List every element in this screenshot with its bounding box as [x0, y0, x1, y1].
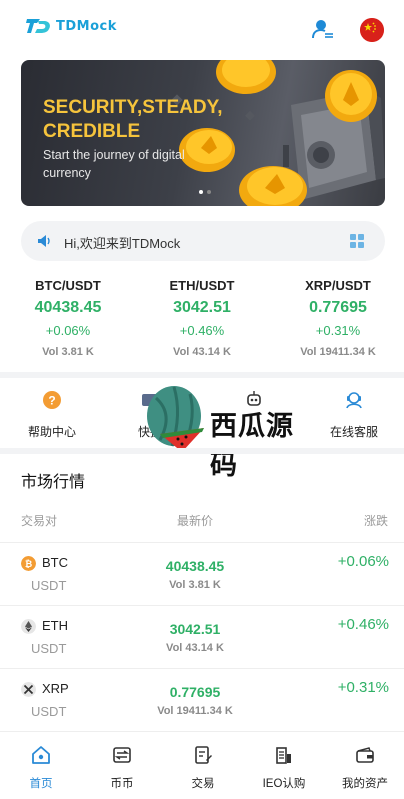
- ticker-volume: Vol 43.14 K: [173, 346, 231, 358]
- tab-trade[interactable]: 交易: [163, 745, 243, 791]
- xrp-icon: [21, 682, 36, 697]
- tab-label: 首页: [29, 778, 53, 790]
- tab-assets[interactable]: 我的资产: [325, 745, 404, 791]
- notice-bar[interactable]: Hi,欢迎来到TDMock: [21, 221, 385, 261]
- row-volume: Vol 43.14 K: [166, 642, 224, 654]
- logo-text: TDMock: [56, 18, 117, 34]
- trade-icon: [195, 746, 212, 764]
- tab-label: IEO认购: [262, 778, 306, 790]
- grid-menu-icon[interactable]: [350, 234, 364, 248]
- coin-quote: USDT: [31, 641, 67, 656]
- svg-text:?: ?: [48, 394, 55, 408]
- row-price: 3042.51: [169, 621, 221, 637]
- coin-quote: USDT: [31, 578, 67, 593]
- row-change: +0.46%: [337, 616, 389, 633]
- exchange-icon: [113, 747, 131, 763]
- ticker-price: 40438.45: [34, 299, 102, 316]
- svg-text:₿: ₿: [25, 559, 32, 569]
- eth-icon: [21, 619, 36, 634]
- watermelon-logo-icon: [147, 386, 204, 452]
- ticker-volume: Vol 19411.34 K: [300, 346, 376, 358]
- row-volume: Vol 3.81 K: [169, 579, 221, 591]
- home-icon: [32, 746, 50, 764]
- ticker-card[interactable]: XRP/USDT 0.77695 +0.31% Vol 19411.34 K: [273, 272, 403, 358]
- row-change: +0.06%: [337, 553, 389, 570]
- bottom-tab-bar: 首页 币币 交易 IEO认购 我的资产: [0, 731, 404, 799]
- row-change: +0.31%: [337, 679, 389, 696]
- coin-symbol: ETH: [42, 618, 68, 633]
- ieo-icon: [276, 747, 291, 764]
- ticker-pair: XRP/USDT: [305, 278, 371, 293]
- tab-ieo[interactable]: IEO认购: [244, 745, 324, 791]
- china-flag-icon[interactable]: [360, 18, 384, 42]
- row-price: 40438.45: [165, 558, 225, 574]
- ticker-strip: BTC/USDT 40438.45 +0.06% Vol 3.81 K ETH/…: [0, 272, 404, 368]
- app-logo[interactable]: TDMock: [26, 17, 117, 35]
- quick-item-support[interactable]: 在线客服: [314, 390, 394, 440]
- row-price: 0.77695: [169, 684, 221, 700]
- user-list-icon[interactable]: [312, 18, 334, 40]
- ticker-price: 0.77695: [309, 299, 367, 316]
- watermark: 西瓜源码: [146, 384, 316, 481]
- market-table-header: 交易对 最新价 涨跌: [0, 512, 404, 532]
- coin-symbol: XRP: [42, 681, 69, 696]
- ticker-card[interactable]: BTC/USDT 40438.45 +0.06% Vol 3.81 K: [3, 272, 133, 358]
- row-volume: Vol 19411.34 K: [157, 705, 233, 717]
- market-row[interactable]: XRP USDT 0.77695 Vol 19411.34 K +0.31%: [0, 669, 404, 731]
- ticker-change: +0.31%: [315, 323, 361, 338]
- banner-pagination[interactable]: [199, 190, 211, 194]
- app-header: TDMock: [0, 0, 404, 58]
- speaker-icon: [38, 235, 50, 247]
- coin-quote: USDT: [31, 704, 67, 719]
- market-row[interactable]: ETH USDT 3042.51 Vol 43.14 K +0.46%: [0, 606, 404, 668]
- ticker-change: +0.06%: [45, 323, 91, 338]
- tab-label: 交易: [191, 778, 215, 790]
- ticker-card[interactable]: ETH/USDT 3042.51 +0.46% Vol 43.14 K: [137, 272, 267, 358]
- ticker-pair: ETH/USDT: [169, 278, 235, 293]
- support-icon: [346, 392, 362, 409]
- promo-banner[interactable]: SECURITY,STEADY, CREDIBLE Start the jour…: [21, 60, 385, 206]
- quick-item-label: 帮助中心: [27, 425, 76, 439]
- ticker-pair: BTC/USDT: [35, 278, 101, 293]
- banner-title: SECURITY,STEADY, CREDIBLE: [43, 97, 223, 142]
- quick-item-label: 在线客服: [329, 425, 378, 439]
- section-divider: [0, 448, 404, 454]
- market-row[interactable]: ₿ BTC USDT 40438.45 Vol 3.81 K +0.06%: [0, 543, 404, 605]
- notice-text: Hi,欢迎来到TDMock: [64, 236, 181, 251]
- banner-dot[interactable]: [207, 190, 211, 194]
- ticker-volume: Vol 3.81 K: [42, 346, 94, 358]
- market-title: 市场行情: [21, 474, 86, 491]
- logo-mark-icon: [26, 19, 50, 33]
- ticker-price: 3042.51: [173, 299, 231, 316]
- section-divider: [0, 372, 404, 378]
- header-change: 涨跌: [363, 514, 388, 528]
- tab-home[interactable]: 首页: [1, 745, 81, 791]
- tab-label: 我的资产: [342, 778, 388, 790]
- tab-label: 币币: [110, 778, 134, 790]
- watermark-text: 西瓜源码: [210, 411, 294, 481]
- btc-icon: ₿: [21, 556, 36, 571]
- ticker-change: +0.46%: [179, 323, 225, 338]
- quick-item-help[interactable]: ? 帮助中心: [12, 390, 92, 440]
- coin-symbol: BTC: [42, 555, 68, 570]
- banner-subtitle: Start the journey of digital currency: [43, 148, 185, 180]
- tab-exchange[interactable]: 币币: [82, 745, 162, 791]
- header-pair: 交易对: [21, 514, 58, 528]
- help-icon: ?: [43, 391, 61, 409]
- wallet-icon: [356, 747, 374, 763]
- header-price: 最新价: [177, 514, 214, 528]
- banner-dot-active[interactable]: [199, 190, 203, 194]
